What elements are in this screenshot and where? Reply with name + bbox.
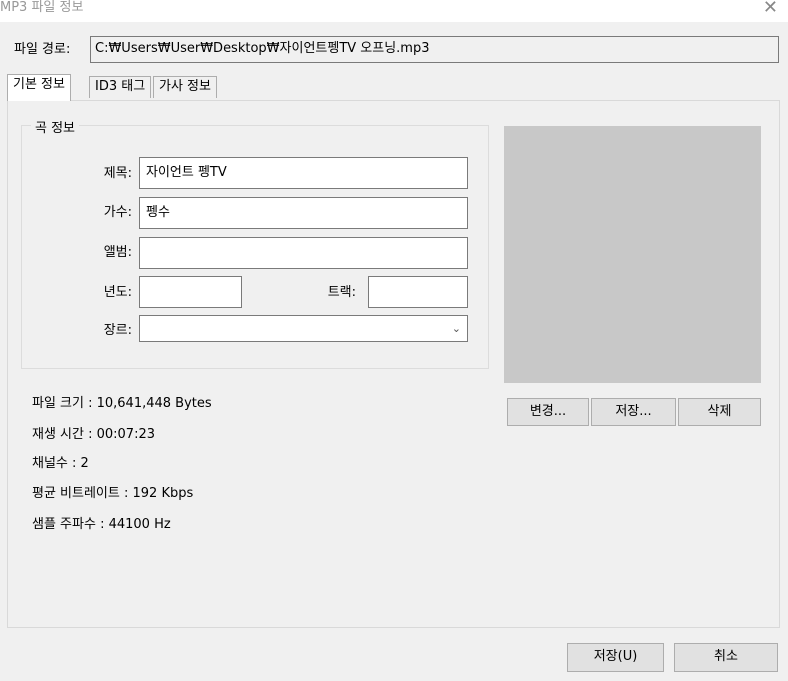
title-input[interactable]: 자이언트 펭TV bbox=[139, 157, 468, 189]
year-input[interactable] bbox=[139, 276, 242, 308]
file-path-field[interactable]: C:₩Users₩User₩Desktop₩자이언트펭TV 오프닝.mp3 bbox=[90, 36, 779, 63]
artist-input[interactable]: 펭수 bbox=[139, 197, 468, 229]
close-icon[interactable]: ✕ bbox=[763, 0, 778, 17]
genre-select[interactable]: ⌄ bbox=[139, 315, 468, 342]
title-label: 제목: bbox=[103, 166, 132, 181]
year-label: 년도: bbox=[103, 285, 132, 300]
play-time: 재생 시간 : 00:07:23 bbox=[32, 427, 156, 442]
tab-lyrics-info[interactable]: 가사 정보 bbox=[153, 76, 217, 98]
track-label: 트랙: bbox=[327, 285, 356, 300]
save-button[interactable]: 저장(U) bbox=[567, 643, 664, 672]
average-bitrate: 평균 비트레이트 : 192 Kbps bbox=[32, 486, 194, 501]
cancel-button[interactable]: 취소 bbox=[674, 643, 778, 672]
channel-count: 채널수 : 2 bbox=[32, 456, 89, 471]
album-label: 앨범: bbox=[103, 245, 132, 260]
sample-rate: 샘플 주파수 : 44100 Hz bbox=[32, 517, 171, 532]
delete-art-button[interactable]: 삭제 bbox=[678, 398, 761, 426]
album-art bbox=[504, 126, 761, 383]
file-size: 파일 크기 : 10,641,448 Bytes bbox=[32, 396, 212, 411]
artist-label: 가수: bbox=[103, 205, 132, 220]
change-art-button[interactable]: 변경... bbox=[507, 398, 589, 426]
song-info-group-title: 곡 정보 bbox=[31, 117, 80, 136]
genre-label: 장르: bbox=[103, 323, 132, 338]
tab-basic-info[interactable]: 기본 정보 bbox=[7, 74, 71, 101]
track-input[interactable] bbox=[368, 276, 468, 308]
chevron-down-icon: ⌄ bbox=[451, 322, 461, 335]
title-bar bbox=[0, 0, 788, 22]
album-input[interactable] bbox=[139, 237, 468, 269]
tab-id3-tag[interactable]: ID3 태그 bbox=[89, 76, 152, 98]
save-art-button[interactable]: 저장... bbox=[591, 398, 676, 426]
path-label: 파일 경로: bbox=[14, 42, 71, 57]
window-title: MP3 파일 정보 bbox=[0, 0, 84, 15]
